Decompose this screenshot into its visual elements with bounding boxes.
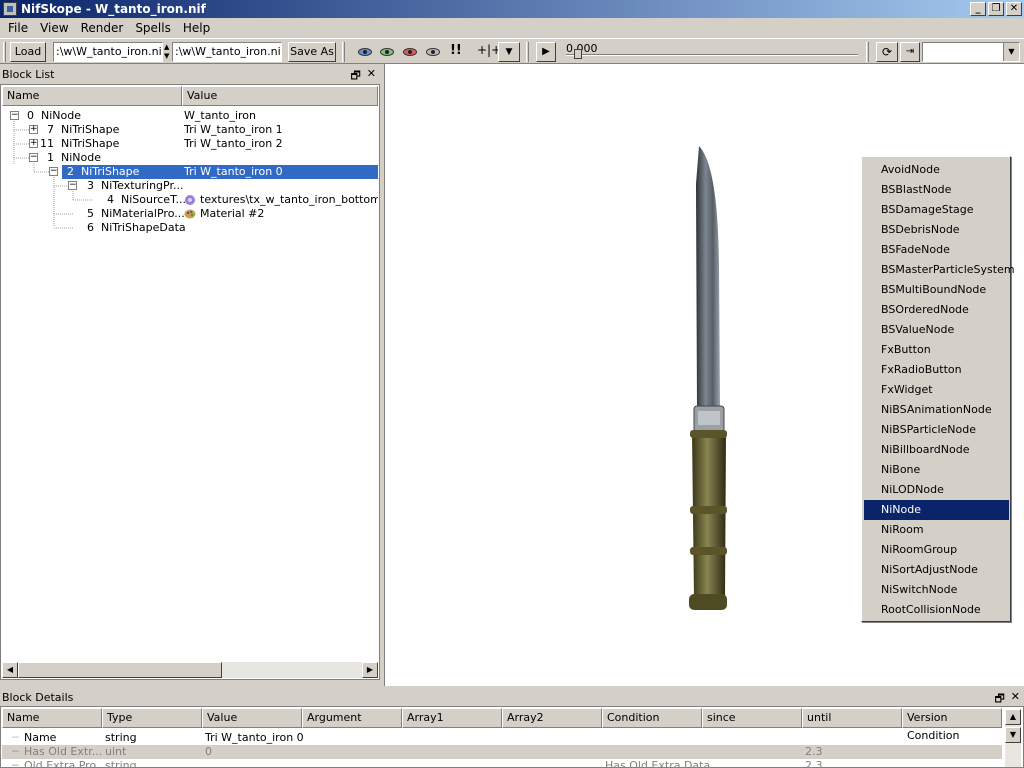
menu-item[interactable]: BSMasterParticleSystem xyxy=(864,260,1015,280)
save-path-input[interactable]: :\w\W_tanto_iron.nif xyxy=(172,42,282,62)
column-header[interactable]: Type xyxy=(102,708,202,728)
block-details-table[interactable]: Name Type Value Argument Array1 Array2 C… xyxy=(0,706,1024,768)
table-row[interactable]: ┈ Has Old Extr... uint 0 2.3 xyxy=(2,745,1002,759)
toolbar-grip[interactable] xyxy=(342,42,345,62)
animation-select[interactable]: ▼ xyxy=(922,42,1020,62)
block-details-title: Block Details xyxy=(2,690,74,704)
tree-node-value: W_tanto_iron xyxy=(184,109,256,122)
save-as-button[interactable]: Save As xyxy=(288,42,336,62)
tree-node-value: Material #2 xyxy=(200,207,265,220)
texture-icon xyxy=(185,195,195,205)
play-button[interactable]: ▶ xyxy=(536,42,556,62)
scroll-up-icon[interactable]: ▲ xyxy=(1005,709,1021,725)
menu-item[interactable]: FxButton xyxy=(864,340,1009,360)
block-tree[interactable]: Name Value − 0 NiNode W_tanto_iron + 7 N… xyxy=(0,84,380,680)
column-header[interactable]: until xyxy=(802,708,902,728)
column-header[interactable]: Condition xyxy=(602,708,702,728)
minimize-button[interactable]: _ xyxy=(970,2,986,16)
scroll-right-icon[interactable]: ▶ xyxy=(362,662,378,678)
table-row[interactable]: ┈ Name string Tri W_tanto_iron 0 xyxy=(2,731,1002,745)
menu-item[interactable]: NiBone xyxy=(864,460,1009,480)
tree-node-value: Tri W_tanto_iron 0 xyxy=(182,165,378,179)
title-bar: NifSkope - W_tanto_iron.nif _ ❐ ✕ xyxy=(0,0,1024,18)
scroll-left-icon[interactable]: ◀ xyxy=(2,662,18,678)
time-slider-track[interactable] xyxy=(566,54,858,56)
menu-item[interactable]: BSOrderedNode xyxy=(864,300,1009,320)
view-user-icon[interactable] xyxy=(424,43,442,61)
block-list-header: Block List 🗗 ✕ xyxy=(0,65,380,83)
chevron-down-icon[interactable]: ▼ xyxy=(1003,43,1019,61)
column-header[interactable]: Array1 xyxy=(402,708,502,728)
column-header[interactable]: Array2 xyxy=(502,708,602,728)
menu-item[interactable]: NiRoomGroup xyxy=(864,540,1009,560)
material-icon xyxy=(184,209,196,219)
scroll-thumb[interactable] xyxy=(18,662,222,678)
menu-view[interactable]: View xyxy=(34,21,74,35)
details-header: Name Type Value Argument Array1 Array2 C… xyxy=(2,708,1002,742)
menu-item[interactable]: BSValueNode xyxy=(864,320,1009,340)
menu-item[interactable]: FxRadioButton xyxy=(864,360,1009,380)
column-header[interactable]: Argument xyxy=(302,708,402,728)
view-side-icon[interactable] xyxy=(401,43,419,61)
menu-item[interactable]: NiBillboardNode xyxy=(864,440,1009,460)
maximize-button[interactable]: ❐ xyxy=(988,2,1004,16)
menu-item[interactable]: FxWidget xyxy=(864,380,1009,400)
column-header[interactable]: Name xyxy=(2,708,102,728)
menu-item[interactable]: BSMultiBoundNode xyxy=(864,280,1009,300)
toolbar-grip[interactable] xyxy=(526,42,529,62)
tree-node-name: NiSourceT... xyxy=(121,193,186,206)
tree-horizontal-scrollbar[interactable]: ◀ ▶ xyxy=(2,662,378,678)
menu-spells[interactable]: Spells xyxy=(129,21,177,35)
app-icon xyxy=(3,2,17,16)
menu-help[interactable]: Help xyxy=(177,21,216,35)
menu-item[interactable]: NiSwitchNode xyxy=(864,580,1009,600)
menu-item[interactable]: RootCollisionNode xyxy=(864,600,1009,620)
column-header[interactable]: Version Condition xyxy=(902,708,1002,742)
menu-item[interactable]: NiRoom xyxy=(864,520,1009,540)
node-type-context-menu[interactable]: AvoidNode BSBlastNode BSDamageStage BSDe… xyxy=(861,156,1015,622)
view-front-icon[interactable] xyxy=(378,43,396,61)
block-list-title: Block List xyxy=(2,67,55,81)
menu-item[interactable]: NiSortAdjustNode xyxy=(864,560,1009,580)
view-dropdown-button[interactable]: ▼ xyxy=(498,42,520,62)
flip-icon[interactable]: !! xyxy=(450,43,464,61)
window-title: NifSkope - W_tanto_iron.nif xyxy=(21,2,206,16)
toolbar-grip[interactable] xyxy=(866,42,869,62)
menu-item[interactable]: NiBSAnimationNode xyxy=(864,400,1009,420)
path-spinner[interactable]: ▲ ▼ xyxy=(164,43,172,61)
loop-icon[interactable]: ⟳ xyxy=(876,42,898,62)
menu-render[interactable]: Render xyxy=(75,21,130,35)
table-row[interactable]: ┈ Old Extra Pro... string Has Old Extra … xyxy=(2,759,1002,767)
menu-bar: File View Render Spells Help xyxy=(0,18,1024,38)
switch-icon[interactable]: ⇥ xyxy=(900,42,920,62)
view-walk-icon[interactable] xyxy=(356,43,374,61)
column-header[interactable]: Value xyxy=(202,708,302,728)
perspective-icon[interactable]: +|+ xyxy=(477,43,501,61)
close-button[interactable]: ✕ xyxy=(1006,2,1022,16)
tree-lines xyxy=(13,121,93,229)
tree-node-value: textures\tx_w_tanto_iron_bottom.dds xyxy=(200,193,378,206)
details-vertical-scrollbar[interactable]: ▲ ▼ xyxy=(1005,709,1021,767)
toolbar-grip[interactable] xyxy=(3,42,6,62)
tree-node-value: Tri W_tanto_iron 1 xyxy=(184,123,283,136)
block-details-header: Block Details 🗗 ✕ xyxy=(0,688,1024,706)
menu-item[interactable]: NiBSParticleNode xyxy=(864,420,1009,440)
menu-file[interactable]: File xyxy=(2,21,34,35)
menu-item[interactable]: BSDamageStage xyxy=(864,200,1009,220)
menu-item[interactable]: AvoidNode xyxy=(864,160,1009,180)
time-slider-thumb[interactable] xyxy=(574,49,582,59)
menu-item[interactable]: BSBlastNode xyxy=(864,180,1009,200)
load-path-input[interactable]: :\w\W_tanto_iron.nif xyxy=(53,42,163,62)
menu-item[interactable]: BSFadeNode xyxy=(864,240,1009,260)
menu-item[interactable]: BSDebrisNode xyxy=(864,220,1009,240)
menu-item[interactable]: NiLODNode xyxy=(864,480,1009,500)
tree-node-value: Tri W_tanto_iron 2 xyxy=(184,137,283,150)
toolbar: Load :\w\W_tanto_iron.nif ▲ ▼ :\w\W_tanto… xyxy=(0,38,1024,64)
load-button[interactable]: Load xyxy=(10,42,46,62)
menu-item-highlighted[interactable]: NiNode xyxy=(864,500,1009,520)
scroll-down-icon[interactable]: ▼ xyxy=(1005,727,1021,743)
column-header[interactable]: since xyxy=(702,708,802,728)
column-header-value[interactable]: Value xyxy=(182,86,378,106)
